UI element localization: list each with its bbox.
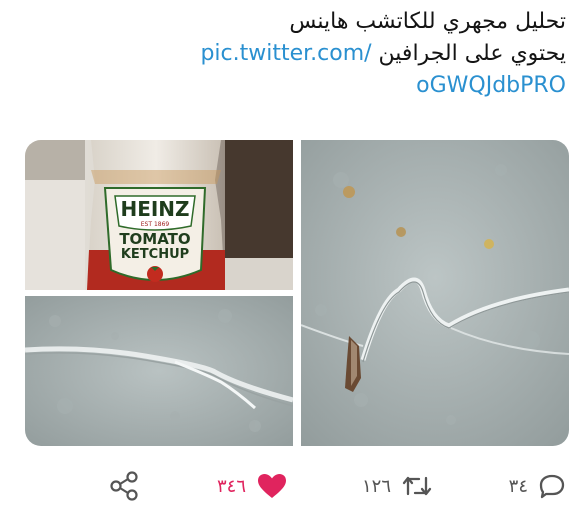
media-grid: HEINZ EST 1869 TOMATO KETCHUP [25,140,569,446]
like-count: ٣٤٦ [216,475,246,497]
photo-ketchup-bottle[interactable]: HEINZ EST 1869 TOMATO KETCHUP [25,140,293,290]
reply-icon [539,474,565,499]
microscope-fiber-left-image [25,296,293,446]
ketchup-label-brand: HEINZ [120,197,189,221]
tweet-text-line2-text: يحتوي على الجرافين [378,41,566,66]
share-button[interactable] [108,460,140,512]
tweet-link-part2[interactable]: oGWQJdbPRO [416,73,566,98]
reply-button[interactable]: ٣٤ [509,460,566,512]
photo-microscope-fiber-right[interactable] [301,140,569,446]
share-icon [110,471,138,501]
heart-icon [258,474,286,498]
like-button[interactable]: ٣٤٦ [217,460,288,512]
photo-microscope-fiber-left[interactable] [25,296,293,446]
reply-count: ٣٤ [508,475,528,497]
tweet-text: تحليل مجهري للكاتشب هاينس يحتوي على الجر… [46,6,566,102]
ketchup-label-est: EST 1869 [141,221,170,228]
tweet-actions-bar: ٣٤ ١٢٦ ٣٤٦ [0,460,588,512]
ketchup-bottle-image: HEINZ EST 1869 TOMATO KETCHUP [25,140,293,290]
microscope-fiber-right-image [301,140,569,446]
retweet-count: ١٢٦ [361,475,391,497]
retweet-icon [402,476,432,496]
tweet-text-line3: oGWQJdbPRO [46,70,566,102]
tweet-text-line2: يحتوي على الجرافين pic.twitter.com/ [46,38,566,70]
retweet-button[interactable]: ١٢٦ [362,460,433,512]
tweet-link-part1[interactable]: pic.twitter.com/ [200,41,371,66]
ketchup-label-line2: KETCHUP [121,247,189,262]
tweet-text-line1: تحليل مجهري للكاتشب هاينس [289,9,566,34]
ketchup-label-line1: TOMATO [119,230,190,248]
